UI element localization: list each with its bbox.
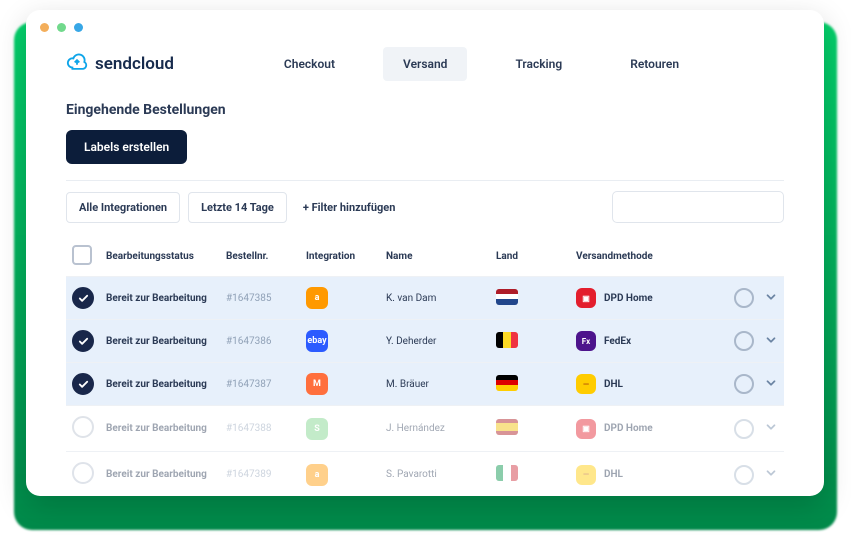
tab-retouren[interactable]: Retouren <box>610 47 699 81</box>
brand-name: sendcloud <box>95 54 174 74</box>
col-header-integration[interactable]: Integration <box>300 237 380 277</box>
row-action-radio[interactable] <box>734 465 754 485</box>
traffic-light-close-icon[interactable] <box>40 23 49 32</box>
carrier-icon: — <box>576 374 596 394</box>
select-all-checkbox[interactable] <box>72 245 92 265</box>
col-header-name[interactable]: Name <box>380 237 490 277</box>
status-text: Bereit zur Bearbeitung <box>106 293 207 304</box>
integration-icon: S <box>306 418 328 440</box>
chevron-down-icon[interactable] <box>764 333 778 350</box>
app-window: sendcloud Checkout Versand Tracking Reto… <box>26 10 824 496</box>
integration-icon: ebay <box>306 330 328 352</box>
status-text: Bereit zur Bearbeitung <box>106 336 207 347</box>
row-action-radio[interactable] <box>734 331 754 351</box>
filter-chip-all-integrations[interactable]: Alle Integrationen <box>66 192 180 223</box>
order-number: #1647387 <box>226 379 272 390</box>
customer-name: Y. Deherder <box>386 336 436 347</box>
chevron-down-icon[interactable] <box>764 420 778 437</box>
divider <box>66 180 784 181</box>
create-labels-button[interactable]: Labels erstellen <box>66 130 187 164</box>
shipping-method: Fx FedEx <box>576 331 714 351</box>
carrier-icon: — <box>576 465 596 485</box>
row-select-checkbox[interactable] <box>72 330 94 352</box>
titlebar <box>26 10 824 44</box>
page-title: Eingehende Bestellungen <box>66 102 784 118</box>
row-action-radio[interactable] <box>734 374 754 394</box>
table-row[interactable]: Bereit zur Bearbeitung #1647389 a S. Pavaro… <box>66 452 784 497</box>
col-header-country[interactable]: Land <box>490 237 570 277</box>
filter-bar: Alle Integrationen Letzte 14 Tage + Filt… <box>66 191 784 223</box>
flag-icon <box>496 375 518 391</box>
row-select-checkbox[interactable] <box>72 373 94 395</box>
integration-icon: M <box>306 373 328 395</box>
search-input[interactable] <box>612 191 784 223</box>
nav-tabs: Checkout Versand Tracking Retouren <box>264 47 699 81</box>
order-number: #1647386 <box>226 336 272 347</box>
row-select-checkbox[interactable] <box>72 416 94 438</box>
col-header-shipping[interactable]: Versandmethode <box>570 237 720 277</box>
integration-icon: a <box>306 464 328 486</box>
row-select-checkbox[interactable] <box>72 287 94 309</box>
shipping-label: DPD Home <box>604 423 653 434</box>
shipping-method: — DHL <box>576 465 714 485</box>
tab-versand[interactable]: Versand <box>383 47 467 81</box>
table-row[interactable]: Bereit zur Bearbeitung #1647388 S J. Hernán… <box>66 406 784 452</box>
header: sendcloud Checkout Versand Tracking Reto… <box>26 44 824 84</box>
table-header-row: Bearbeitungsstatus Bestellnr. Integratio… <box>66 237 784 277</box>
row-action-radio[interactable] <box>734 419 754 439</box>
tab-tracking[interactable]: Tracking <box>495 47 582 81</box>
order-number: #1647389 <box>226 469 272 480</box>
chevron-down-icon[interactable] <box>764 290 778 307</box>
chevron-down-icon[interactable] <box>764 376 778 393</box>
traffic-light-minimize-icon[interactable] <box>57 23 66 32</box>
shipping-label: FedEx <box>604 336 631 347</box>
shipping-label: DHL <box>604 379 623 390</box>
shipping-method: ▣ DPD Home <box>576 419 714 439</box>
page-body: Eingehende Bestellungen Labels erstellen… <box>26 84 824 496</box>
brand[interactable]: sendcloud <box>66 51 174 78</box>
col-header-status[interactable]: Bearbeitungsstatus <box>100 237 220 277</box>
row-action-radio[interactable] <box>734 288 754 308</box>
orders-table: Bearbeitungsstatus Bestellnr. Integratio… <box>66 237 784 496</box>
brand-cloud-icon <box>66 51 88 78</box>
add-filter-button[interactable]: + Filter hinzufügen <box>303 201 396 214</box>
status-text: Bereit zur Bearbeitung <box>106 423 207 434</box>
table-row[interactable]: Bereit zur Bearbeitung #1647385 a K. van Da… <box>66 277 784 320</box>
row-select-checkbox[interactable] <box>72 462 94 484</box>
flag-icon <box>496 465 518 481</box>
filter-chip-last-14-days[interactable]: Letzte 14 Tage <box>188 192 287 223</box>
traffic-light-maximize-icon[interactable] <box>74 23 83 32</box>
flag-icon <box>496 419 518 435</box>
customer-name: M. Bräuer <box>386 379 429 390</box>
shipping-label: DHL <box>604 469 623 480</box>
customer-name: S. Pavarotti <box>386 469 437 480</box>
shipping-method: — DHL <box>576 374 714 394</box>
carrier-icon: Fx <box>576 331 596 351</box>
carrier-icon: ▣ <box>576 419 596 439</box>
col-header-order[interactable]: Bestellnr. <box>220 237 300 277</box>
flag-icon <box>496 332 518 348</box>
flag-icon <box>496 289 518 305</box>
status-text: Bereit zur Bearbeitung <box>106 469 207 480</box>
table-row[interactable]: Bereit zur Bearbeitung #1647386 ebay Y. Deh… <box>66 320 784 363</box>
integration-icon: a <box>306 287 328 309</box>
carrier-icon: ▣ <box>576 288 596 308</box>
order-number: #1647388 <box>226 423 272 434</box>
chevron-down-icon[interactable] <box>764 466 778 483</box>
tab-checkout[interactable]: Checkout <box>264 47 355 81</box>
order-number: #1647385 <box>226 293 272 304</box>
customer-name: K. van Dam <box>386 293 436 304</box>
customer-name: J. Hernández <box>386 423 445 434</box>
shipping-label: DPD Home <box>604 293 653 304</box>
shipping-method: ▣ DPD Home <box>576 288 714 308</box>
table-row[interactable]: Bereit zur Bearbeitung #1647387 M M. Bräuer… <box>66 363 784 406</box>
status-text: Bereit zur Bearbeitung <box>106 379 207 390</box>
